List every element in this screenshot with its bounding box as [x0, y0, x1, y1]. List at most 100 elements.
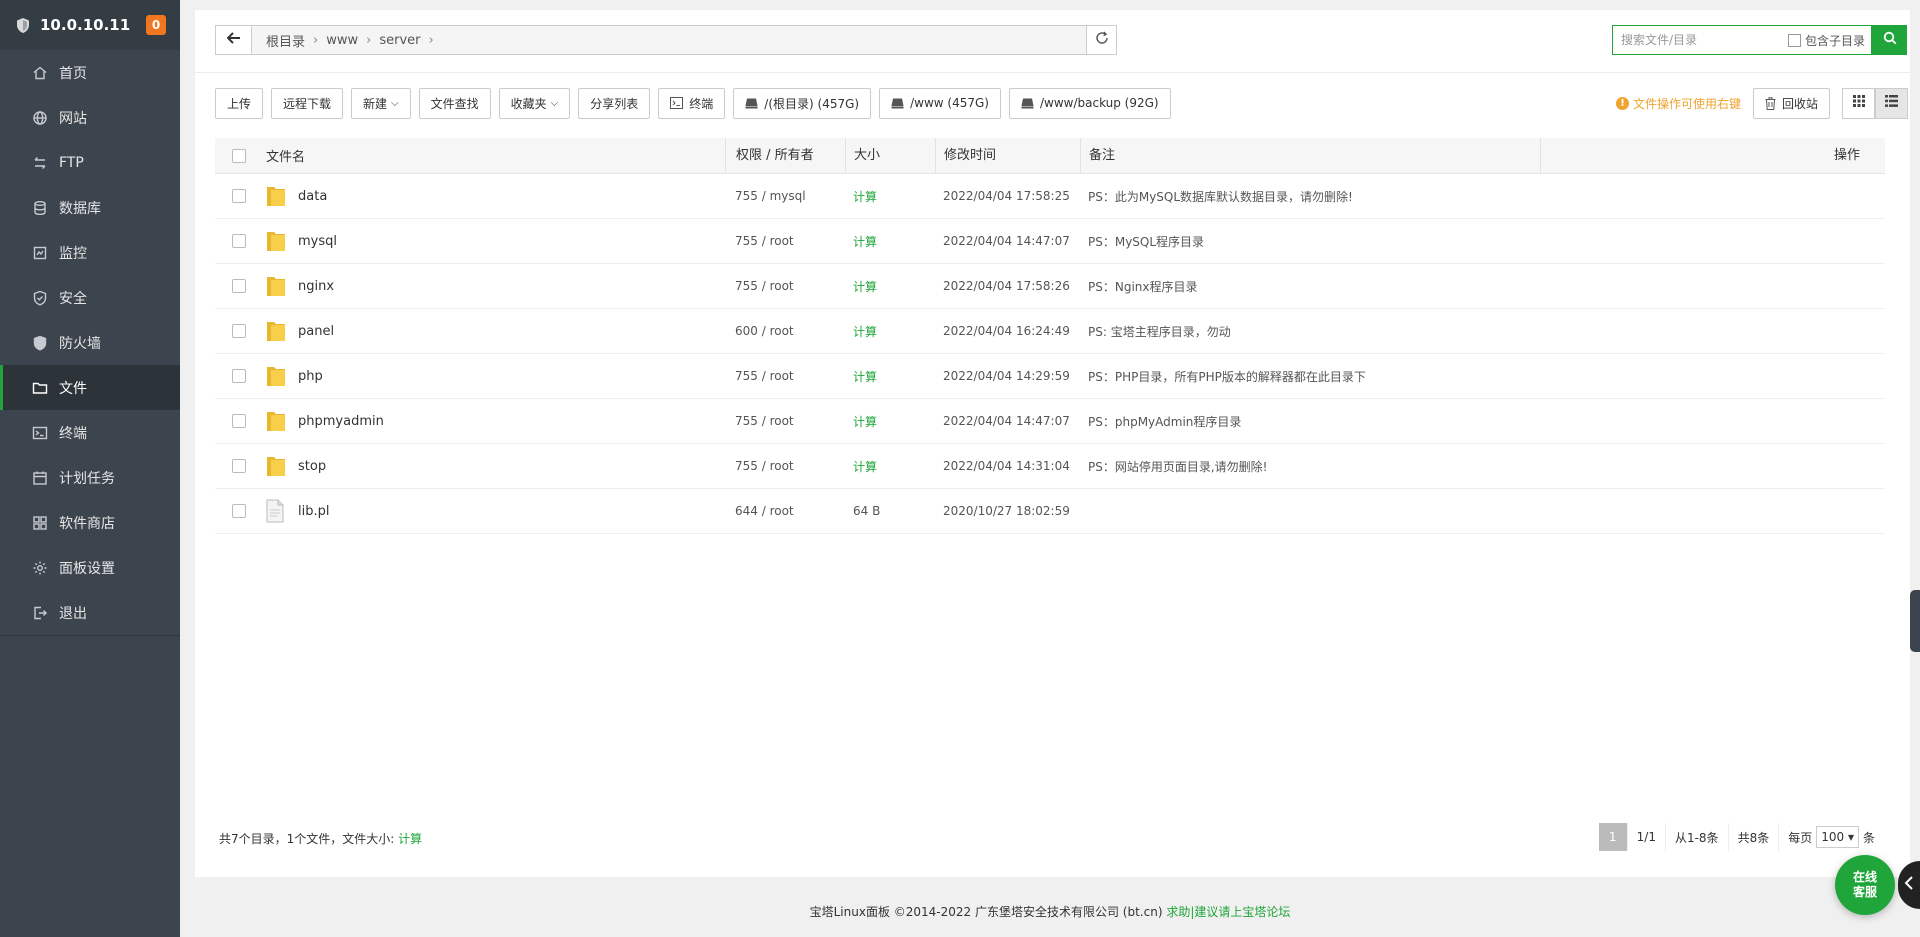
crumb-server[interactable]: server	[373, 33, 426, 48]
table-row[interactable]: panel 600 / root 计算 2022/04/04 16:24:49 PS: …	[215, 309, 1885, 354]
disk-www-button[interactable]: /www (457G)	[879, 87, 1001, 119]
sidebar-item-database[interactable]: 数据库	[0, 185, 180, 230]
forum-link[interactable]: 求助|建议请上宝塔论坛	[1166, 905, 1290, 919]
grid-view-button[interactable]	[1842, 87, 1875, 119]
list-view-button[interactable]	[1875, 87, 1908, 119]
note-cell[interactable]: PS：MySQL程序目录	[1080, 233, 1540, 250]
perm-cell[interactable]: 644 / root	[725, 504, 845, 518]
row-checkbox[interactable]	[232, 369, 246, 383]
size-cell[interactable]: 计算	[845, 413, 935, 430]
crumb-root[interactable]: 根目录	[260, 31, 311, 50]
file-name[interactable]: nginx	[298, 279, 334, 294]
terminal-button[interactable]: 终端	[658, 87, 726, 119]
row-checkbox[interactable]	[232, 414, 246, 428]
note-cell[interactable]: PS：此为MySQL数据库默认数据目录，请勿删除!	[1080, 188, 1540, 205]
note-cell[interactable]: PS：网站停用页面目录,请勿删除!	[1080, 458, 1540, 475]
sidebar-item-settings[interactable]: 面板设置	[0, 545, 180, 590]
note-cell[interactable]: PS：PHP目录，所有PHP版本的解释器都在此目录下	[1080, 368, 1540, 385]
file-name[interactable]: panel	[298, 324, 334, 339]
header-name[interactable]: 文件名	[263, 146, 725, 165]
header-size[interactable]: 大小	[845, 137, 935, 174]
table-row[interactable]: data 755 / mysql 计算 2022/04/04 17:58:25 PS：此…	[215, 174, 1885, 219]
size-cell[interactable]: 计算	[845, 458, 935, 475]
file-name[interactable]: data	[298, 189, 327, 204]
sidebar-item-logout[interactable]: 退出	[0, 590, 180, 635]
search-input[interactable]	[1613, 26, 1788, 54]
remote-download-button[interactable]: 远程下载	[271, 87, 344, 119]
upload-button[interactable]: 上传	[215, 87, 264, 119]
crumb-www[interactable]: www	[320, 33, 364, 48]
name-cell: data	[263, 183, 725, 209]
perm-cell[interactable]: 755 / mysql	[725, 189, 845, 203]
size-cell[interactable]: 计算	[845, 278, 935, 295]
recycle-bin-button[interactable]: 回收站	[1752, 87, 1830, 119]
size-cell[interactable]: 计算	[845, 233, 935, 250]
perm-cell[interactable]: 755 / root	[725, 369, 845, 383]
sidebar-item-label: 首页	[59, 65, 87, 82]
share-list-button[interactable]: 分享列表	[578, 87, 651, 119]
header-perm[interactable]: 权限 / 所有者	[725, 137, 845, 174]
sidebar-item-label: 网站	[59, 110, 87, 127]
row-checkbox[interactable]	[232, 459, 246, 473]
size-cell[interactable]: 计算	[845, 323, 935, 340]
row-checkbox[interactable]	[232, 504, 246, 518]
row-checkbox[interactable]	[232, 189, 246, 203]
perm-cell[interactable]: 755 / root	[725, 234, 845, 248]
disk-backup-button[interactable]: /www/backup (92G)	[1008, 87, 1171, 119]
refresh-button[interactable]	[1086, 26, 1116, 54]
file-name[interactable]: lib.pl	[298, 504, 329, 519]
new-button[interactable]: 新建 ⌵	[351, 87, 411, 119]
select-all-checkbox[interactable]	[232, 148, 246, 163]
sidebar-item-monitor[interactable]: 监控	[0, 230, 180, 275]
sidebar-item-files[interactable]: 文件	[0, 365, 180, 410]
sidebar-item-website[interactable]: 网站	[0, 95, 180, 140]
file-name[interactable]: php	[298, 369, 323, 384]
side-drawer-tab[interactable]	[1910, 590, 1920, 652]
note-cell[interactable]: PS: 宝塔主程序目录，勿动	[1080, 323, 1540, 340]
file-name[interactable]: mysql	[298, 234, 337, 249]
online-service-button[interactable]: 在线 客服	[1835, 855, 1895, 915]
search-button[interactable]	[1872, 25, 1907, 55]
file-name[interactable]: phpmyadmin	[298, 414, 384, 429]
header-mtime[interactable]: 修改时间	[935, 137, 1080, 174]
sidebar-item-terminal[interactable]: 终端	[0, 410, 180, 455]
perm-cell[interactable]: 600 / root	[725, 324, 845, 338]
note-cell[interactable]: PS：Nginx程序目录	[1080, 278, 1540, 295]
file-search-button[interactable]: 文件查找	[418, 87, 491, 119]
page-current[interactable]: 1	[1598, 823, 1627, 851]
disk-root-button[interactable]: /(根目录) (457G)	[733, 87, 872, 119]
checkbox-box[interactable]	[1787, 33, 1801, 47]
table-row[interactable]: php 755 / root 计算 2022/04/04 14:29:59 PS：PHP…	[215, 354, 1885, 399]
file-name[interactable]: stop	[298, 459, 326, 474]
table-row[interactable]: stop 755 / root 计算 2022/04/04 14:31:04 PS：网站…	[215, 444, 1885, 489]
row-checkbox[interactable]	[232, 324, 246, 338]
back-button[interactable]	[216, 26, 252, 54]
size-cell[interactable]: 计算	[845, 188, 935, 205]
sidebar-item-home[interactable]: 首页	[0, 50, 180, 95]
note-cell[interactable]: PS：phpMyAdmin程序目录	[1080, 413, 1540, 430]
perm-cell[interactable]: 755 / root	[725, 414, 845, 428]
row-checkbox[interactable]	[232, 234, 246, 248]
table-row[interactable]: mysql 755 / root 计算 2022/04/04 14:47:07 PS：M…	[215, 219, 1885, 264]
calc-total-size-link[interactable]: 计算	[398, 832, 422, 846]
message-badge[interactable]: 0	[146, 15, 166, 35]
recycle-label: 回收站	[1781, 96, 1818, 111]
sidebar-item-cron[interactable]: 计划任务	[0, 455, 180, 500]
server-host[interactable]: 10.0.10.11	[40, 16, 146, 34]
row-select-cell	[215, 414, 263, 428]
sidebar-item-security[interactable]: 安全	[0, 275, 180, 320]
table-row[interactable]: lib.pl 644 / root 64 B 2020/10/27 18:02:59	[215, 489, 1885, 534]
sidebar-item-store[interactable]: 软件商店	[0, 500, 180, 545]
sidebar-item-firewall[interactable]: 防火墙	[0, 320, 180, 365]
perm-cell[interactable]: 755 / root	[725, 279, 845, 293]
per-page-select[interactable]: 100 ▾	[1816, 826, 1859, 848]
include-subdir-checkbox[interactable]: 包含子目录	[1787, 32, 1871, 49]
row-checkbox[interactable]	[232, 279, 246, 293]
size-cell[interactable]: 计算	[845, 368, 935, 385]
perm-cell[interactable]: 755 / root	[725, 459, 845, 473]
sidebar-item-ftp[interactable]: FTP	[0, 140, 180, 185]
table-row[interactable]: nginx 755 / root 计算 2022/04/04 17:58:26 PS：N…	[215, 264, 1885, 309]
per-page: 每页 100 ▾ 条	[1778, 823, 1884, 851]
table-row[interactable]: phpmyadmin 755 / root 计算 2022/04/04 14:47:0…	[215, 399, 1885, 444]
favorites-button[interactable]: 收藏夹 ⌵	[498, 87, 571, 119]
